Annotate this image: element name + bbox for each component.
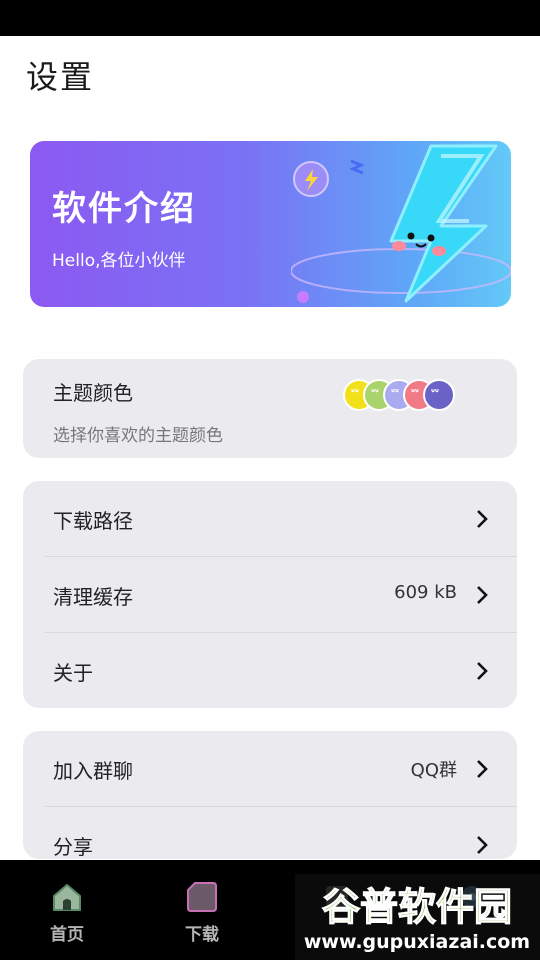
nav-item-download[interactable]: 下载 <box>167 880 237 950</box>
share-row[interactable]: 分享 <box>23 807 517 859</box>
theme-swatch-purple[interactable]: ᐡᐡ <box>423 379 455 411</box>
status-bar <box>0 0 540 36</box>
chevron-right-icon <box>477 836 488 854</box>
download-path-row[interactable]: 下载路径 <box>23 481 517 557</box>
row-label: 清理缓存 <box>53 585 133 609</box>
banner-subtitle: Hello,各位小伙伴 <box>52 251 186 271</box>
theme-color-description: 选择你喜欢的主题颜色 <box>53 426 223 446</box>
nav-item-home[interactable]: 首页 <box>32 880 102 950</box>
join-group-chat-row[interactable]: 加入群聊 QQ群 <box>23 731 517 807</box>
banner-title: 软件介绍 <box>52 189 196 229</box>
page-title: 设置 <box>26 58 95 96</box>
theme-swatches: ᐡᐡ ᐡᐡ ᐡᐡ ᐡᐡ ᐡᐡ <box>343 379 463 411</box>
svg-text:谷普软件园: 谷普软件园 <box>322 885 512 929</box>
about-row[interactable]: 关于 <box>23 633 517 708</box>
chevron-right-icon <box>477 510 488 528</box>
site-watermark: 谷普软件园 www.gupuxiazai.com <box>295 874 540 960</box>
settings-group-social: 加入群聊 QQ群 分享 <box>23 731 517 859</box>
nav-label-download: 下载 <box>185 925 219 945</box>
home-icon <box>53 884 81 911</box>
chevron-right-icon <box>477 760 488 778</box>
row-label: 下载路径 <box>53 509 133 533</box>
nav-label-home: 首页 <box>50 925 84 945</box>
watermark-logo: 谷普软件园 www.gupuxiazai.com <box>304 884 530 953</box>
download-icon <box>187 882 217 912</box>
clear-cache-row[interactable]: 清理缓存 609 kB <box>23 557 517 633</box>
theme-color-title: 主题颜色 <box>53 381 133 405</box>
svg-text:www.gupuxiazai.com: www.gupuxiazai.com <box>304 931 530 953</box>
row-label: 关于 <box>53 661 93 685</box>
row-label: 加入群聊 <box>53 759 133 783</box>
qq-group-value: QQ群 <box>410 760 457 781</box>
intro-banner[interactable]: 软件介绍 Hello,各位小伙伴 <box>30 141 511 307</box>
theme-color-card[interactable]: 主题颜色 选择你喜欢的主题颜色 ᐡᐡ ᐡᐡ ᐡᐡ ᐡᐡ ᐡᐡ <box>23 359 517 458</box>
chevron-right-icon <box>477 662 488 680</box>
mascot-illustration <box>291 144 511 303</box>
settings-group-general: 下载路径 清理缓存 609 kB 关于 <box>23 481 517 708</box>
chevron-right-icon <box>477 586 488 604</box>
cache-size-value: 609 kB <box>394 582 457 603</box>
row-label: 分享 <box>53 835 93 859</box>
